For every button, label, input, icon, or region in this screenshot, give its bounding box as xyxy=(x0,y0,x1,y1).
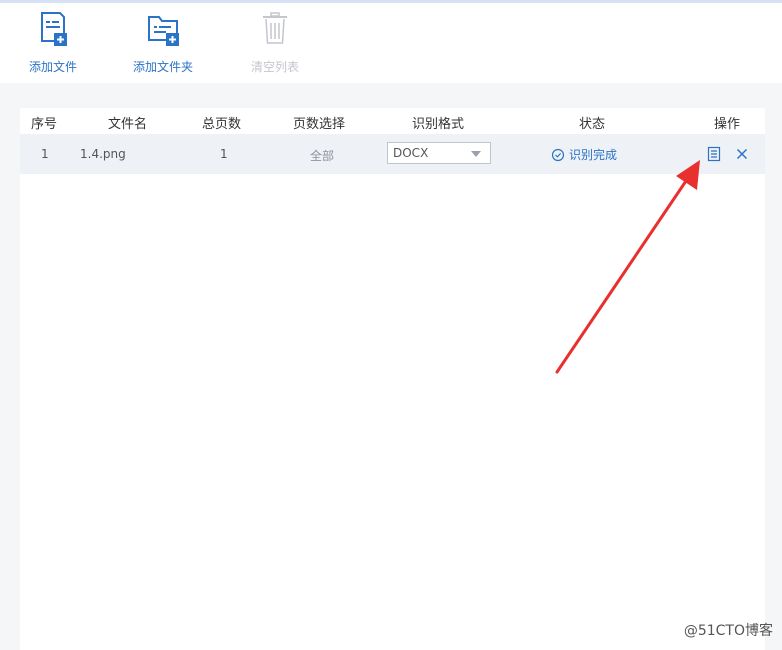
row-index: 1 xyxy=(41,147,49,161)
header-filename: 文件名 xyxy=(108,117,148,132)
table-row[interactable]: 1 1.4.png 1 全部 DOCX 识别完成 xyxy=(20,134,765,174)
check-circle-icon xyxy=(551,148,565,162)
app-window: 添加文件 添加文件夹 清空列表 序号 文件名 总页数 页数选择 识别格式 状态 … xyxy=(0,0,782,650)
format-dropdown-value: DOCX xyxy=(393,146,429,160)
add-file-label: 添加文件 xyxy=(28,60,77,74)
row-filename: 1.4.png xyxy=(80,147,126,161)
toolbar: 添加文件 添加文件夹 清空列表 xyxy=(0,3,782,83)
status-badge: 识别完成 xyxy=(551,146,617,163)
add-folder-button[interactable]: 添加文件夹 xyxy=(128,11,198,75)
add-file-button[interactable]: 添加文件 xyxy=(22,11,84,75)
add-file-icon xyxy=(41,12,67,46)
watermark: @51CTO博客 xyxy=(683,623,773,639)
header-total-pages: 总页数 xyxy=(202,117,242,132)
row-page-selection[interactable]: 全部 xyxy=(310,147,334,164)
header-page-selection: 页数选择 xyxy=(293,117,346,132)
clear-list-label: 清空列表 xyxy=(250,60,299,74)
header-format: 识别格式 xyxy=(412,117,465,132)
table-header: 序号 文件名 总页数 页数选择 识别格式 状态 操作 xyxy=(20,108,765,134)
close-icon[interactable] xyxy=(734,146,750,162)
chevron-down-icon xyxy=(471,151,481,157)
status-label: 识别完成 xyxy=(569,148,618,162)
format-dropdown[interactable]: DOCX xyxy=(387,142,491,164)
file-list-panel: 序号 文件名 总页数 页数选择 识别格式 状态 操作 1 1.4.png 1 全… xyxy=(20,108,765,650)
trash-icon xyxy=(263,12,287,44)
add-folder-icon xyxy=(148,16,179,46)
header-status: 状态 xyxy=(579,117,606,132)
header-actions: 操作 xyxy=(714,117,741,132)
add-folder-label: 添加文件夹 xyxy=(132,60,193,74)
header-index: 序号 xyxy=(31,117,58,132)
open-document-icon[interactable] xyxy=(706,146,722,162)
clear-list-button[interactable]: 清空列表 xyxy=(244,11,306,75)
row-total-pages: 1 xyxy=(220,147,228,161)
